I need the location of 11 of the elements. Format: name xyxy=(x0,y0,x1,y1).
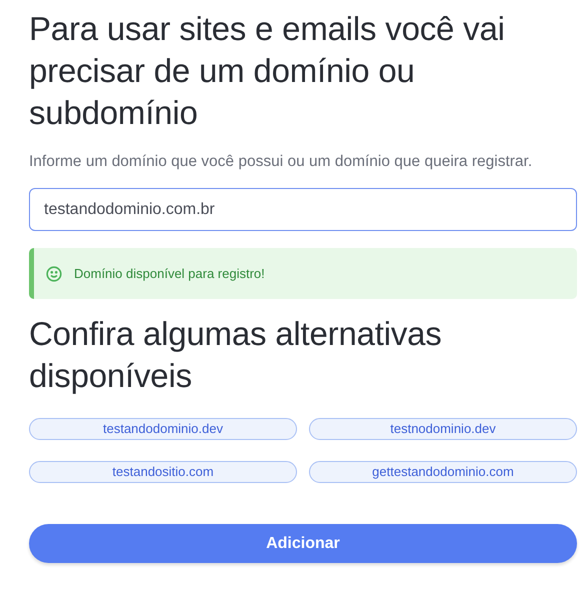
smiley-icon xyxy=(46,266,62,282)
page-title: Para usar sites e emails você vai precisar de um domínio ou subdomínio xyxy=(29,9,506,133)
domain-suggestion-chip[interactable]: testandodominio.dev xyxy=(29,418,297,440)
domain-suggestion-chip[interactable]: testandositio.com xyxy=(29,461,297,483)
domain-suggestion-chip[interactable]: testnodominio.dev xyxy=(309,418,577,440)
alert-text: Domínio disponível para registro! xyxy=(74,264,265,283)
domain-input-field[interactable]: testandodominio.com.br xyxy=(29,188,577,231)
alternatives-title: Confira algumas alternativas disponíveis xyxy=(29,314,443,396)
description: Informe um domínio que você possui ou um domínio que queira registrar. xyxy=(29,152,534,172)
add-button[interactable]: Adicionar xyxy=(29,524,577,563)
domain-suggestion-chip[interactable]: gettestandodominio.com xyxy=(309,461,577,483)
